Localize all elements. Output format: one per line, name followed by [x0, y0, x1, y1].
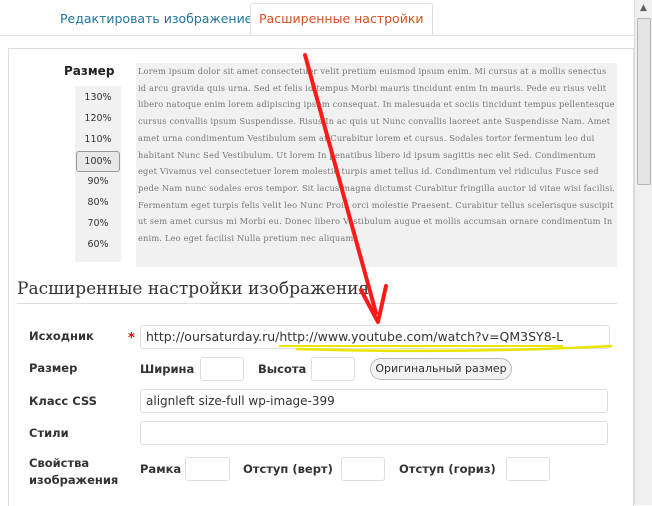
source-prefix: http://oursaturday.ru/: [146, 329, 280, 344]
tab-bar: Редактировать изображение Расширенные на…: [0, 0, 652, 36]
vertical-scrollbar[interactable]: ▲: [634, 0, 652, 505]
image-properties-label: Свойства: [29, 456, 90, 470]
width-label: Ширина: [140, 362, 195, 376]
hspace-input[interactable]: [506, 457, 550, 481]
height-label: Высота: [258, 362, 307, 376]
size-option-60[interactable]: 60%: [77, 235, 119, 254]
required-mark: *: [128, 331, 135, 346]
size-options: 130% 120% 110% 100% 90% 80% 70% 60%: [75, 86, 121, 262]
size-option-80[interactable]: 80%: [77, 193, 119, 212]
vspace-input[interactable]: [341, 457, 385, 481]
size-option-110[interactable]: 110%: [77, 130, 119, 149]
size-option-90[interactable]: 90%: [77, 172, 119, 191]
scroll-up-arrow-icon[interactable]: ▲: [635, 0, 652, 17]
height-input[interactable]: [311, 357, 355, 381]
css-class-input[interactable]: alignleft size-full wp-image-399: [140, 389, 608, 413]
size-option-120[interactable]: 120%: [77, 109, 119, 128]
size-heading: Размер: [64, 64, 115, 78]
original-size-button[interactable]: Оригинальный размер: [370, 358, 512, 380]
vspace-label: Отступ (верт): [243, 462, 333, 476]
size-option-100[interactable]: 100%: [76, 151, 120, 172]
source-link-text: http://www.youtube.com/watch?v=QM3SY8-L: [279, 329, 564, 347]
size-option-70[interactable]: 70%: [77, 214, 119, 233]
source-input[interactable]: http://oursaturday.ru/http://www.youtube…: [140, 325, 610, 349]
border-input[interactable]: [185, 457, 230, 481]
size-option-130[interactable]: 130%: [77, 88, 119, 107]
image-properties-label-line2: изображения: [29, 473, 119, 487]
styles-input[interactable]: [140, 421, 608, 445]
tab-divider: [0, 35, 652, 36]
hspace-label: Отступ (гориз): [399, 462, 496, 476]
width-input[interactable]: [200, 357, 244, 381]
tab-edit-image[interactable]: Редактировать изображение: [52, 4, 260, 34]
text-size-preview: Lorem ipsum dolor sit amet consectetuer …: [136, 63, 617, 267]
source-label: Исходник: [29, 329, 94, 343]
scroll-thumb[interactable]: [637, 18, 651, 185]
css-class-label: Класс CSS: [29, 394, 97, 408]
border-label: Рамка: [140, 462, 182, 476]
tab-advanced-settings[interactable]: Расширенные настройки: [250, 3, 433, 36]
styles-label: Стили: [29, 426, 69, 440]
section-title: Расширенные настройки изображения: [17, 279, 370, 299]
section-divider: [17, 303, 617, 304]
dimensions-label: Размер: [29, 361, 78, 375]
